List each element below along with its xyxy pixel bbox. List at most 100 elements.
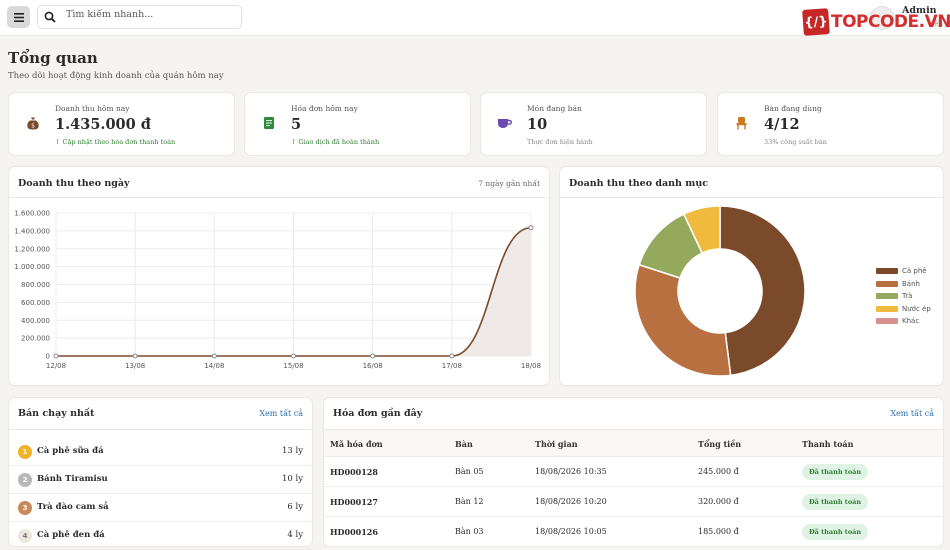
x-tick-label: 13/08 [125,362,145,370]
chart-legend: Cà phê Bánh Trà Nước ép Khác [876,265,931,328]
legend-item[interactable]: Trà [876,290,931,303]
product-qty: 4 ly [287,530,303,540]
stat-card-invoices: Hóa đơn hôm nay 5 ↑ Giao dịch đã hoàn th… [244,92,471,156]
legend-swatch [876,318,898,325]
legend-swatch [876,305,898,312]
product-qty: 6 ly [287,502,303,512]
money-bag-icon: $ [18,108,47,137]
legend-label: Bánh [902,279,920,288]
data-point [211,353,217,359]
product-qty: 10 ly [281,474,303,484]
page-subtitle: Theo dõi hoạt động kinh doanh của quán h… [8,71,224,81]
legend-label: Cà phê [902,267,927,276]
legend-label: Trà [902,292,913,301]
column-header[interactable]: Mã hóa đơn [330,439,383,449]
product-name: Cà phê đen đá [37,530,105,540]
y-tick-label: 1.000.000 [14,263,50,271]
x-tick-label: 17/08 [442,362,462,370]
rank-badge: 1 [18,445,32,459]
revenue-by-category-panel: Doanh thu theo danh mục Cà phê Bánh Trà Nướ… [559,166,944,386]
legend-item[interactable]: Bánh [876,278,931,291]
menu-toggle-button[interactable] [7,6,30,28]
view-all-link[interactable]: Xem tất cả [890,409,934,418]
stat-value: 1.435.000 đ [55,116,151,133]
list-item[interactable]: 1 Cà phê sữa đá 13 ly [9,438,312,466]
invoice-table: Bàn 05 [455,467,484,476]
legend-item[interactable]: Nước ép [876,303,931,316]
legend-item[interactable]: Cà phê [876,265,931,278]
stat-note: ↑ Cập nhật theo hóa đơn thanh toán [55,138,176,146]
invoice-time: 18/08/2026 10:20 [535,497,607,506]
legend-swatch [876,293,898,300]
status-badge: Đã thanh toán [802,494,869,510]
product-qty: 13 ly [281,446,303,456]
invoice-time: 18/08/2026 10:05 [535,527,607,536]
stat-note: ↑ Giao dịch đã hoàn thành [291,138,380,146]
invoice-code: HD000127 [330,497,378,507]
invoice-total: 185.000 đ [698,527,739,536]
list-item[interactable]: 2 Bánh Tiramisu 10 ly [9,466,312,494]
product-name: Trà đào cam sả [37,502,109,512]
logo-mark-icon: {/} [802,8,830,36]
invoice-code: HD000126 [330,527,378,537]
table-row[interactable]: HD000126 Bàn 03 18/08/2026 10:05 185.000… [324,517,943,547]
svg-text:$: $ [31,122,35,129]
legend-label: Khác [902,317,920,326]
revenue-line-chart: 0 200.000 400.000 600.000 800.000 1.000.000 1.… [14,210,541,371]
x-tick-label: 12/08 [46,362,66,370]
table-header: Mã hóa đơn Bàn Thời gian Tổng tiền Thanh… [324,429,943,457]
x-tick-label: 16/08 [363,362,383,370]
invoice-table: Bàn 12 [455,497,484,506]
best-sellers-panel: Bán chạy nhất Xem tất cả 1 Cà phê sữa đá… [8,397,313,550]
top-bar: Admin viên {/} TOPCODE.VN [0,0,950,36]
rank-badge: 2 [18,473,32,487]
x-tick-label: 15/08 [283,362,303,370]
search-input[interactable] [66,9,236,20]
status-badge: Đã thanh toán [802,464,869,480]
receipt-icon [254,108,283,137]
invoice-total: 320.000 đ [698,497,739,506]
column-header[interactable]: Bàn [455,439,473,449]
y-tick-label: 200.000 [21,335,50,343]
logo-text: TOPCODE.VN [831,12,950,32]
y-tick-label: 800.000 [21,281,50,289]
rank-badge: 3 [18,501,32,515]
table-row[interactable]: HD000128 Bàn 05 18/08/2026 10:35 245.000… [324,457,943,487]
stat-card-revenue: $ Doanh thu hôm nay 1.435.000 đ ↑ Cập nh… [8,92,235,156]
stat-value: 10 [527,116,548,133]
column-header[interactable]: Thanh toán [802,439,853,449]
stat-note: Thực đơn hiện hành [527,138,593,146]
data-point [370,353,376,359]
column-header[interactable]: Tổng tiền [698,439,741,449]
stat-card-menu: Món đang bán 10 Thực đơn hiện hành [480,92,707,156]
stat-note: 33% công suất bàn [764,138,827,146]
coffee-cup-icon [490,108,519,137]
list-item[interactable]: 4 Cà phê đen đá 4 ly [9,522,312,550]
grid [55,212,532,357]
y-tick-label: 400.000 [21,317,50,325]
watermark-logo: {/} TOPCODE.VN [802,8,950,36]
stat-value: 5 [291,116,302,133]
category-donut-chart [634,205,806,377]
y-tick-label: 1.400.000 [14,227,50,235]
data-point [528,225,534,231]
column-header[interactable]: Thời gian [535,439,578,449]
view-all-link[interactable]: Xem tất cả [259,409,303,418]
y-tick-label: 0 [46,353,50,361]
invoice-table: Bàn 03 [455,527,484,536]
table-row[interactable]: HD000127 Bàn 12 18/08/2026 10:20 320.000… [324,487,943,517]
y-tick-label: 1.600.000 [14,210,50,218]
panel-title: Hóa đơn gần đây [333,408,423,419]
list-item[interactable]: 3 Trà đào cam sả 6 ly [9,494,312,522]
search-icon [44,11,56,23]
y-tick-label: 600.000 [21,299,50,307]
revenue-by-day-panel: Doanh thu theo ngày 7 ngày gần nhất 0 200… [8,166,550,386]
stat-label: Món đang bán [527,104,582,113]
legend-item[interactable]: Khác [876,315,931,328]
invoice-time: 18/08/2026 10:35 [535,467,607,476]
legend-swatch [876,280,898,287]
quick-search[interactable] [37,5,242,29]
stat-label: Doanh thu hôm nay [55,104,130,113]
panel-title: Doanh thu theo danh mục [569,178,709,189]
y-tick-label: 1.200.000 [14,245,50,253]
